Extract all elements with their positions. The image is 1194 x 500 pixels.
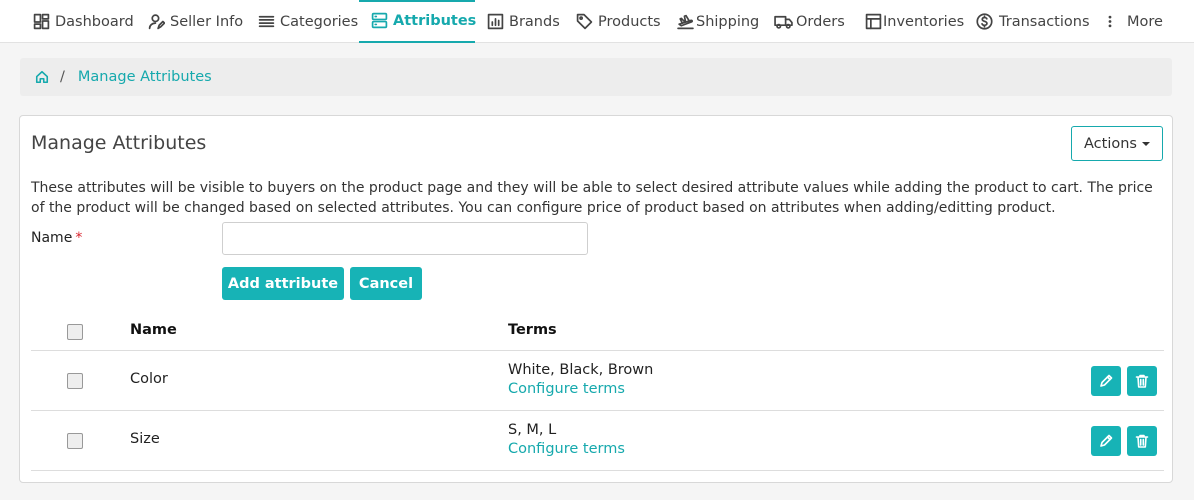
nav-item-brands[interactable]: Brands: [487, 0, 560, 43]
cancel-button[interactable]: Cancel: [350, 267, 422, 300]
dollar-circle-icon: [976, 13, 993, 30]
nav-item-dashboard[interactable]: Dashboard: [33, 0, 134, 43]
trash-icon: [1135, 434, 1149, 448]
name-label-text: Name: [31, 230, 73, 246]
home-icon[interactable]: [35, 70, 49, 84]
delete-button[interactable]: [1127, 366, 1157, 396]
server-icon: [371, 12, 388, 29]
user-edit-icon: [148, 14, 165, 30]
nav-item-transactions[interactable]: Transactions: [976, 0, 1090, 43]
list-icon: [258, 15, 275, 28]
row-checkbox[interactable]: [67, 373, 83, 389]
nav-item-categories[interactable]: Categories: [258, 0, 358, 43]
table-row: Size S, M, L Configure terms: [31, 411, 1164, 471]
attribute-terms: S, M, L Configure terms: [508, 421, 625, 459]
nav-item-label: Categories: [280, 13, 359, 30]
breadcrumb-current[interactable]: Manage Attributes: [78, 69, 212, 85]
more-vertical-icon: [1108, 15, 1112, 28]
table-row: Color White, Black, Brown Configure term…: [31, 351, 1164, 411]
terms-list: White, Black, Brown: [508, 362, 654, 378]
nav-item-label: Seller Info: [170, 13, 244, 30]
dashboard-icon: [33, 13, 50, 30]
terms-list: S, M, L: [508, 422, 557, 438]
nav-item-inventories[interactable]: Inventories: [865, 0, 964, 43]
nav-item-label: Attributes: [393, 12, 477, 29]
select-all-checkbox[interactable]: [67, 324, 83, 340]
breadcrumb-separator: /: [60, 69, 65, 85]
delete-button[interactable]: [1127, 426, 1157, 456]
edit-button[interactable]: [1091, 366, 1121, 396]
edit-button[interactable]: [1091, 426, 1121, 456]
attribute-name: Color: [130, 371, 168, 387]
attributes-description: These attributes will be visible to buye…: [31, 180, 1153, 216]
inventory-icon: [865, 13, 882, 30]
name-label: Name *: [31, 230, 82, 246]
breadcrumb: / Manage Attributes: [20, 58, 1172, 96]
nav-item-label: Products: [598, 13, 661, 30]
plane-icon: [677, 14, 694, 30]
trash-icon: [1135, 374, 1149, 388]
attribute-terms: White, Black, Brown Configure terms: [508, 361, 653, 399]
configure-terms-link[interactable]: Configure terms: [508, 440, 625, 459]
nav-item-shipping[interactable]: Shipping: [677, 0, 759, 43]
nav-item-label: Transactions: [999, 13, 1090, 30]
caret-down-icon: [1141, 141, 1150, 146]
nav-item-label: Dashboard: [55, 13, 134, 30]
top-navigation: Dashboard Seller Info Categories Attribu…: [0, 0, 1194, 43]
nav-item-label: Inventories: [883, 13, 965, 30]
pencil-icon: [1100, 374, 1113, 387]
nav-item-attributes[interactable]: Attributes: [359, 0, 477, 43]
row-checkbox[interactable]: [67, 433, 83, 449]
required-mark: *: [75, 230, 83, 246]
nav-item-label: Orders: [796, 13, 845, 30]
actions-label: Actions: [1084, 135, 1137, 152]
attribute-name: Size: [130, 431, 160, 447]
attribute-name-input[interactable]: [222, 222, 588, 255]
header-terms: Terms: [508, 322, 557, 338]
page-title: Manage Attributes: [31, 132, 207, 154]
table-header: Name Terms: [31, 311, 1164, 351]
nav-item-label: More: [1127, 13, 1163, 30]
nav-item-seller-info[interactable]: Seller Info: [148, 0, 243, 43]
nav-item-products[interactable]: Products: [576, 0, 661, 43]
nav-item-orders[interactable]: Orders: [774, 0, 845, 43]
configure-terms-link[interactable]: Configure terms: [508, 380, 653, 399]
nav-item-label: Shipping: [696, 13, 760, 30]
bar-chart-icon: [487, 13, 504, 30]
header-name: Name: [130, 322, 177, 338]
manage-attributes-card: Manage Attributes Actions These attribut…: [19, 115, 1173, 483]
pencil-icon: [1100, 434, 1113, 447]
truck-icon: [774, 15, 793, 29]
add-attribute-button[interactable]: Add attribute: [222, 267, 344, 300]
nav-item-label: Brands: [509, 13, 560, 30]
actions-dropdown-button[interactable]: Actions: [1071, 126, 1163, 161]
tag-icon: [576, 13, 593, 30]
nav-item-more[interactable]: More: [1103, 0, 1163, 43]
attributes-table: Name Terms Color White, Black, Brown Con…: [31, 311, 1164, 471]
